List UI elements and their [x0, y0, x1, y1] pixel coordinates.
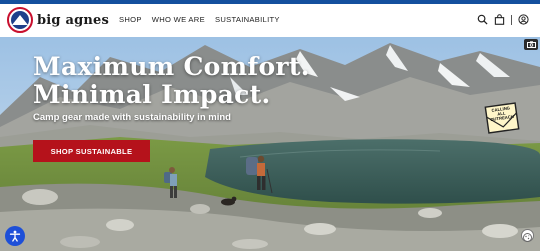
brand-name: big agnes	[37, 12, 109, 28]
hero-title-line-1: Maximum Comfort.	[33, 52, 310, 81]
hero-title: Maximum Comfort. Minimal Impact.	[33, 53, 310, 109]
hero-banner: Maximum Comfort. Minimal Impact. Camp ge…	[0, 37, 540, 251]
main-nav: SHOP WHO WE ARE SUSTAINABILITY	[119, 15, 280, 24]
logo-badge-icon	[7, 7, 33, 33]
calling-all-outreach-badge[interactable]: CALLING ALL OUTREACH	[484, 101, 520, 135]
media-control-button[interactable]	[524, 39, 538, 50]
hero-subtitle: Camp gear made with sustainability in mi…	[33, 112, 231, 123]
site-header: big agnes SHOP WHO WE ARE SUSTAINABILITY	[0, 4, 540, 37]
account-icon[interactable]	[518, 14, 529, 25]
accessibility-button[interactable]	[5, 226, 25, 246]
camera-icon	[526, 41, 536, 48]
brand-logo[interactable]: big agnes	[7, 7, 109, 33]
utility-nav	[477, 14, 529, 25]
nav-item-shop[interactable]: SHOP	[119, 15, 142, 24]
nav-item-sustainability[interactable]: SUSTAINABILITY	[215, 15, 280, 24]
bag-icon[interactable]	[494, 14, 505, 25]
hero-title-line-2: Minimal Impact.	[33, 80, 271, 109]
accessibility-icon	[9, 230, 21, 242]
nav-item-who-we-are[interactable]: WHO WE ARE	[152, 15, 205, 24]
cookie-settings-button[interactable]	[521, 229, 534, 242]
search-icon[interactable]	[477, 14, 488, 25]
envelope-badge-icon: CALLING ALL OUTREACH	[484, 102, 520, 134]
utility-divider	[511, 14, 512, 25]
cookie-icon	[523, 233, 532, 242]
shop-sustainable-button[interactable]: SHOP SUSTAINABLE	[33, 140, 150, 162]
